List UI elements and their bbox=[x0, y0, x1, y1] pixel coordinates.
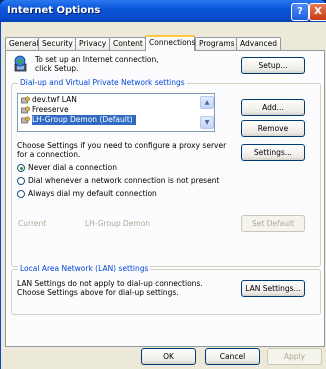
radio-never-dial[interactable] bbox=[17, 164, 25, 172]
set-default-button[interactable]: Set Default bbox=[241, 215, 305, 232]
scroll-down-icon[interactable]: ▼ bbox=[200, 116, 214, 129]
tab-security[interactable]: Security bbox=[38, 37, 76, 50]
lan-description: LAN Settings do not apply to dial-up con… bbox=[17, 279, 203, 297]
connections-list[interactable]: dev.twf LAN Freeserve LH-Group Demon (De… bbox=[17, 93, 215, 132]
tab-advanced[interactable]: Advanced bbox=[236, 37, 281, 50]
apply-button[interactable]: Apply bbox=[267, 348, 322, 365]
dialup-group-title: Dial-up and Virtual Private Network sett… bbox=[18, 78, 187, 87]
connection-item[interactable]: Freeserve bbox=[32, 105, 69, 115]
radio-dial-whenever-label[interactable]: Dial whenever a network connection is no… bbox=[28, 176, 219, 185]
dialog-client: General Security Privacy Content Connect… bbox=[0, 22, 326, 369]
tab-strip: General Security Privacy Content Connect… bbox=[5, 35, 326, 51]
scroll-up-icon[interactable]: ▲ bbox=[200, 96, 214, 109]
tab-privacy[interactable]: Privacy bbox=[75, 37, 110, 50]
setup-description: To set up an Internet connection, click … bbox=[35, 55, 159, 73]
lan-group-title: Local Area Network (LAN) settings bbox=[18, 264, 151, 273]
cancel-button[interactable]: Cancel bbox=[205, 348, 260, 365]
connections-panel: To set up an Internet connection, click … bbox=[5, 50, 325, 347]
radio-always-dial[interactable] bbox=[17, 190, 25, 198]
help-button[interactable]: ? bbox=[291, 3, 309, 21]
window-title: Internet Options bbox=[7, 5, 101, 16]
ok-button[interactable]: OK bbox=[141, 348, 196, 365]
globe-computer-icon bbox=[14, 55, 27, 72]
radio-never-dial-label[interactable]: Never dial a connection bbox=[28, 163, 117, 172]
internet-options-window: Internet Options ? X General Security Pr… bbox=[0, 0, 326, 369]
add-button[interactable]: Add... bbox=[241, 99, 305, 116]
tab-content[interactable]: Content bbox=[109, 37, 146, 50]
dialup-connection-icon bbox=[21, 106, 30, 114]
dialup-connection-icon bbox=[21, 116, 30, 124]
tab-general[interactable]: General bbox=[5, 37, 39, 50]
current-connection-value: LH-Group Demon bbox=[85, 219, 151, 228]
setup-button[interactable]: Setup... bbox=[241, 57, 305, 74]
close-button[interactable]: X bbox=[309, 3, 326, 21]
radio-dial-whenever[interactable] bbox=[17, 177, 25, 185]
tab-connections[interactable]: Connections bbox=[145, 35, 195, 51]
remove-button[interactable]: Remove bbox=[241, 120, 305, 137]
current-label: Current bbox=[18, 219, 47, 228]
proxy-description: Choose Settings if you need to configure… bbox=[17, 141, 227, 159]
dialup-connection-icon bbox=[21, 96, 30, 104]
lan-settings-button[interactable]: LAN Settings... bbox=[241, 280, 305, 297]
title-bar[interactable]: Internet Options ? X bbox=[0, 0, 326, 22]
connection-item[interactable]: dev.twf LAN bbox=[32, 95, 77, 105]
tab-programs[interactable]: Programs bbox=[195, 37, 237, 50]
settings-button[interactable]: Settings... bbox=[241, 144, 305, 161]
radio-always-dial-label[interactable]: Always dial my default connection bbox=[28, 189, 157, 198]
connection-item-selected[interactable]: LH-Group Demon (Default) bbox=[32, 115, 136, 125]
